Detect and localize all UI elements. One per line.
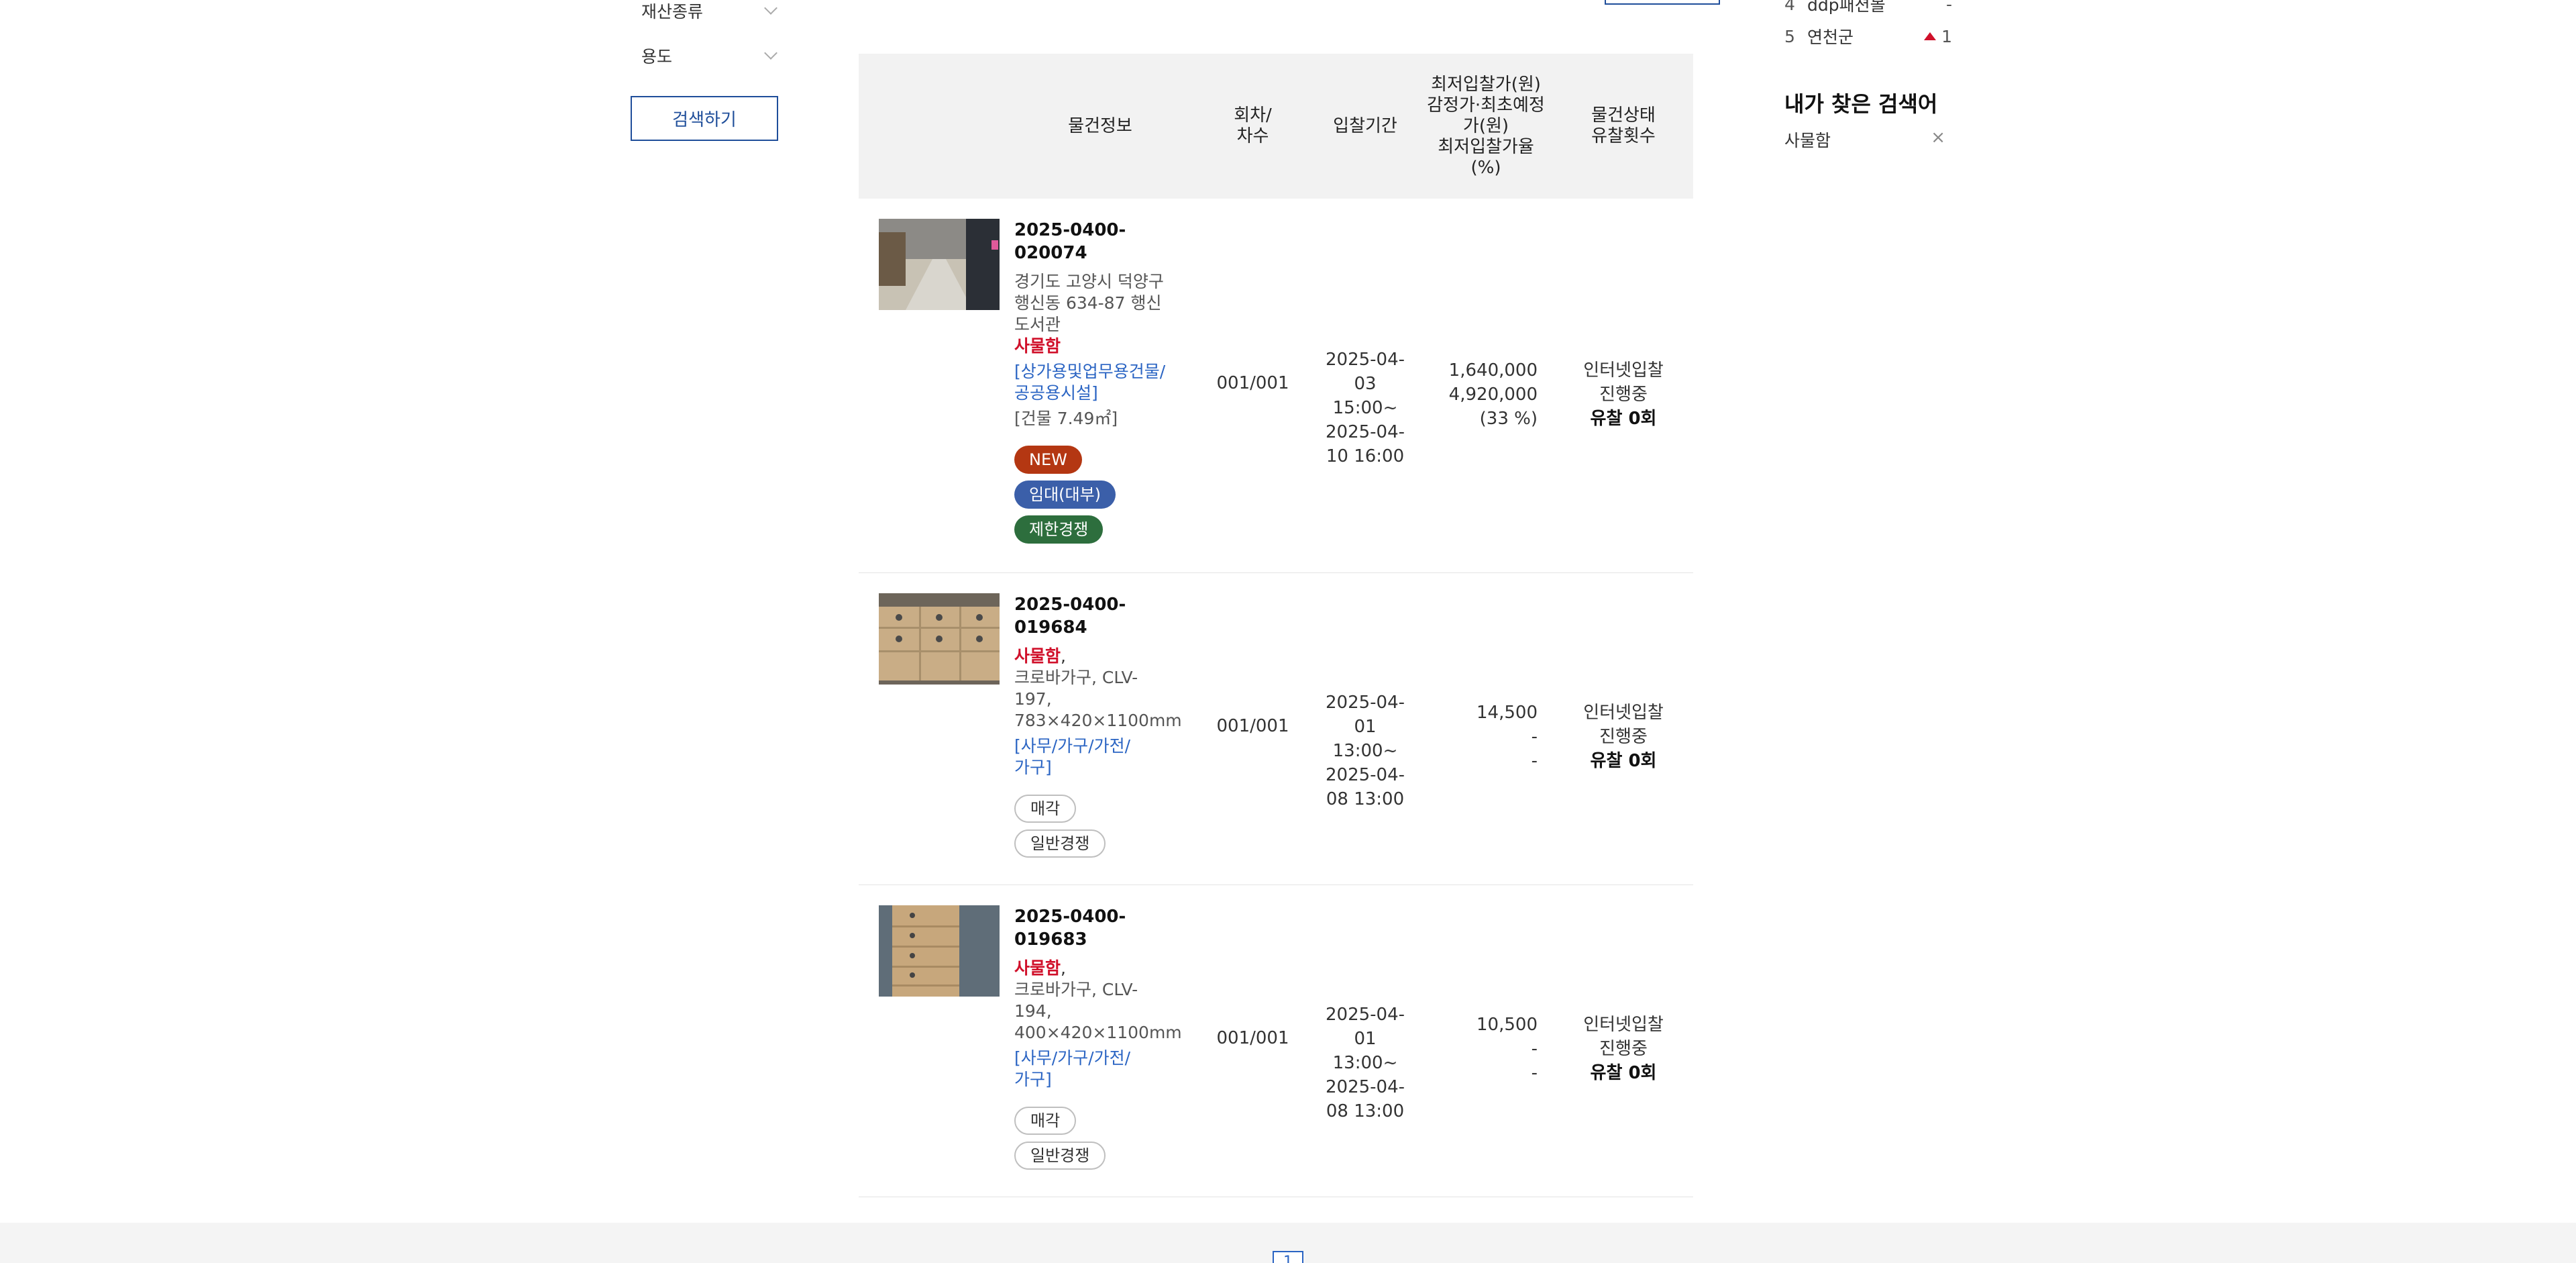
item-thumbnail[interactable] bbox=[879, 219, 1000, 310]
status-text: 인터넷입찰진행중 bbox=[1583, 1015, 1664, 1059]
item-category: [사무/가구/가전/가구] bbox=[1014, 736, 1131, 777]
price-rate: (33 %) bbox=[1479, 409, 1538, 429]
my-search-item[interactable]: 사물함 × bbox=[1784, 128, 1945, 152]
badge-lease: 임대(대부) bbox=[1014, 481, 1116, 509]
my-search-title: 내가 찾은 검색어 bbox=[1784, 91, 1938, 117]
badge-new: NEW bbox=[1014, 446, 1082, 474]
chevron-down-icon bbox=[764, 46, 777, 60]
table-row[interactable]: 2025-0400-019683 사물함, 크로바가구, CLV-194, 40… bbox=[859, 885, 1693, 1197]
fail-count: 유찰 0회 bbox=[1590, 751, 1657, 771]
rank-number: 4 bbox=[1784, 0, 1795, 14]
price-rate: - bbox=[1531, 1063, 1538, 1083]
rank-number: 5 bbox=[1784, 26, 1795, 46]
rank-term[interactable]: 연천군 bbox=[1807, 24, 1925, 48]
item-keyword: 사물함 bbox=[1014, 958, 1061, 978]
item-keyword: 사물함 bbox=[1014, 646, 1061, 666]
min-price: 10,500 bbox=[1477, 1015, 1538, 1035]
badge-sale: 매각 bbox=[1014, 795, 1077, 823]
filter-property-type[interactable]: 재산종류 bbox=[641, 0, 777, 24]
rank-delta: 1 bbox=[1924, 27, 1952, 46]
item-price: 10,500 - - bbox=[1395, 1013, 1538, 1085]
appraisal-price: 4,920,000 bbox=[1448, 385, 1538, 405]
item-category: [상가용및업무용건물/공공용시설] bbox=[1014, 362, 1166, 403]
item-number[interactable]: 2025-0400-019684 bbox=[1014, 593, 1170, 639]
item-info: 2025-0400-019684 사물함, 크로바가구, CLV-197, 78… bbox=[1014, 593, 1182, 858]
item-description: 크로바가구, CLV-194, 400×420×1100mm bbox=[1014, 980, 1182, 1042]
item-area: [건물 7.49㎡] bbox=[1014, 409, 1118, 428]
item-status: 인터넷입찰진행중 유찰 0회 bbox=[1556, 1013, 1690, 1085]
item-description: 크로바가구, CLV-197, 783×420×1100mm bbox=[1014, 668, 1182, 730]
item-thumbnail[interactable] bbox=[879, 905, 1000, 997]
appraisal-price: - bbox=[1531, 727, 1538, 747]
chevron-down-icon bbox=[764, 1, 777, 15]
item-info: 2025-0400-020074 경기도 고양시 덕양구 행신동 634-87 … bbox=[1014, 219, 1170, 544]
item-address: 경기도 고양시 덕양구 행신동 634-87 행신도서관 bbox=[1014, 272, 1164, 334]
top-partial-button[interactable] bbox=[1605, 0, 1720, 5]
rank-term[interactable]: ddp패션몰 bbox=[1807, 0, 1925, 16]
status-text: 인터넷입찰진행중 bbox=[1583, 703, 1664, 747]
item-price: 14,500 - - bbox=[1395, 701, 1538, 773]
badge-open: 일반경쟁 bbox=[1014, 829, 1106, 858]
item-price: 1,640,000 4,920,000 (33 %) bbox=[1395, 358, 1538, 431]
badge-open: 일반경쟁 bbox=[1014, 1142, 1106, 1170]
fail-count: 유찰 0회 bbox=[1590, 1063, 1657, 1083]
item-thumbnail[interactable] bbox=[879, 593, 1000, 685]
badge-limited: 제한경쟁 bbox=[1014, 515, 1104, 544]
filter-usage[interactable]: 용도 bbox=[641, 42, 777, 69]
header-status: 물건상태 유찰횟수 bbox=[1591, 105, 1656, 146]
ranking-item[interactable]: 5 연천군 1 bbox=[1784, 25, 1952, 48]
close-icon[interactable]: × bbox=[1931, 128, 1945, 152]
filter-label: 재산종류 bbox=[641, 2, 704, 21]
ranking-item[interactable]: 4 ddp패션몰 - bbox=[1784, 0, 1952, 15]
results-table: 물건정보 회차/차수 입찰기간 최저입찰가(원) 감정가·최초예정가(원) 최저… bbox=[859, 54, 1693, 1197]
status-text: 인터넷입찰진행중 bbox=[1583, 360, 1664, 405]
header-price: 최저입찰가(원) 감정가·최초예정가(원) 최저입찰가율(%) bbox=[1427, 74, 1545, 178]
table-row[interactable]: 2025-0400-020074 경기도 고양시 덕양구 행신동 634-87 … bbox=[859, 199, 1693, 573]
item-number[interactable]: 2025-0400-019683 bbox=[1014, 905, 1170, 951]
item-status: 인터넷입찰진행중 유찰 0회 bbox=[1556, 358, 1690, 431]
rank-delta: - bbox=[1945, 0, 1952, 14]
my-search-term[interactable]: 사물함 bbox=[1784, 128, 1831, 152]
fail-count: 유찰 0회 bbox=[1590, 409, 1657, 429]
filter-label: 용도 bbox=[641, 47, 673, 66]
rank-up-icon bbox=[1924, 32, 1937, 40]
min-price: 14,500 bbox=[1477, 703, 1538, 723]
item-keyword: 사물함 bbox=[1014, 336, 1061, 356]
pagination-page[interactable]: 1 bbox=[1273, 1251, 1303, 1263]
badge-sale: 매각 bbox=[1014, 1107, 1077, 1135]
price-rate: - bbox=[1531, 751, 1538, 771]
item-status: 인터넷입찰진행중 유찰 0회 bbox=[1556, 701, 1690, 773]
search-button[interactable]: 검색하기 bbox=[631, 96, 778, 141]
min-price: 1,640,000 bbox=[1448, 360, 1538, 381]
item-number[interactable]: 2025-0400-020074 bbox=[1014, 219, 1170, 264]
table-row[interactable]: 2025-0400-019684 사물함, 크로바가구, CLV-197, 78… bbox=[859, 573, 1693, 885]
appraisal-price: - bbox=[1531, 1039, 1538, 1059]
item-info: 2025-0400-019683 사물함, 크로바가구, CLV-194, 40… bbox=[1014, 905, 1182, 1170]
item-category: [사무/가구/가전/가구] bbox=[1014, 1048, 1131, 1089]
table-header: 물건정보 회차/차수 입찰기간 최저입찰가(원) 감정가·최초예정가(원) 최저… bbox=[859, 54, 1693, 199]
